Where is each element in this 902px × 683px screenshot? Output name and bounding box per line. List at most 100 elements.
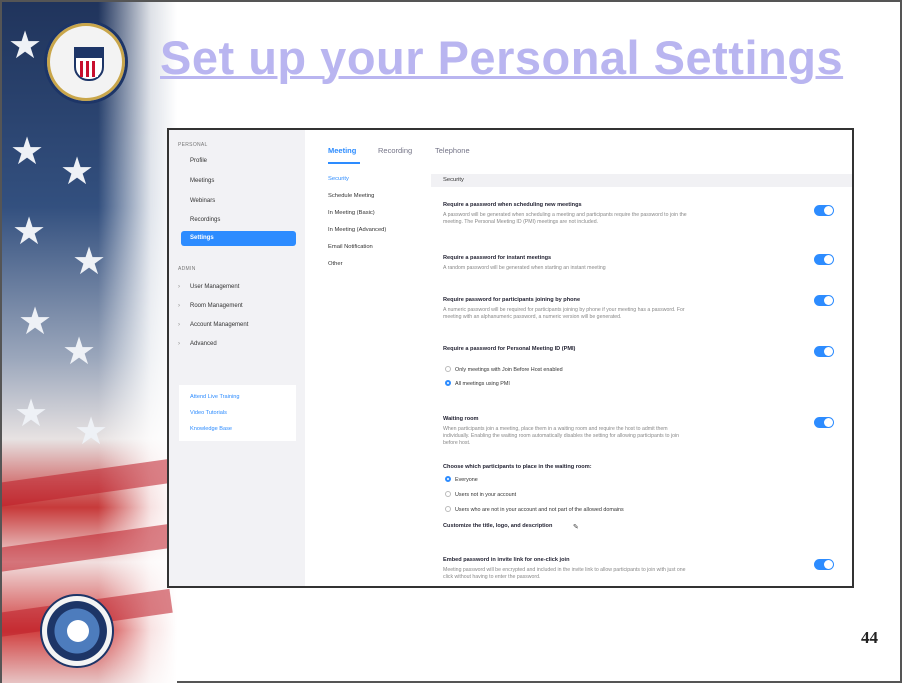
setting-title: Embed password in invite link for one-cl… xyxy=(443,557,570,563)
coast-guard-auxiliary-seal xyxy=(44,20,128,104)
setting-description-line: meeting with an alphanumeric password, a… xyxy=(443,314,622,320)
customize-waiting-room-label: Customize the title, logo, and descripti… xyxy=(443,523,553,529)
flag-background: ★ ★ ★ ★ ★ ★ ★ ★ ★ xyxy=(2,2,177,683)
homeland-security-seal xyxy=(40,594,114,668)
eagle-icon xyxy=(67,620,89,642)
help-links: Attend Live Training Video Tutorials Kno… xyxy=(179,385,296,441)
link-attend-live-training[interactable]: Attend Live Training xyxy=(190,394,239,400)
active-tab-indicator xyxy=(328,162,360,164)
radio-unchecked-icon xyxy=(445,506,451,512)
radio-checked-icon xyxy=(445,476,451,482)
chevron-right-icon: › xyxy=(178,341,180,347)
radio-waiting-not-allowed-domains[interactable]: Users who are not in your account and no… xyxy=(445,506,624,513)
tab-recording[interactable]: Recording xyxy=(378,146,412,155)
setting-description-line: meeting. The Personal Meeting ID (PMI) m… xyxy=(443,219,599,225)
radio-unchecked-icon xyxy=(445,366,451,372)
sidebar-item-webinars[interactable]: Webinars xyxy=(190,198,215,204)
radio-label: Everyone xyxy=(455,477,478,483)
star-icon: ★ xyxy=(60,149,95,193)
sidebar-heading-admin: ADMIN xyxy=(178,266,196,272)
setting-description-line: Meeting password will be encrypted and i… xyxy=(443,567,686,573)
slide: ★ ★ ★ ★ ★ ★ ★ ★ ★ Set up your Personal S… xyxy=(0,0,902,683)
sidebar-item-room-management[interactable]: Room Management xyxy=(190,303,243,309)
slide-title: Set up your Personal Settings xyxy=(160,31,844,84)
sidebar-item-account-management[interactable]: Account Management xyxy=(190,322,248,328)
setting-title: Require password for participants joinin… xyxy=(443,297,581,303)
radio-label: Users not in your account xyxy=(455,492,517,498)
setting-password-phone: Require password for participants joinin… xyxy=(443,297,773,321)
setting-password-pmi: Require a password for Personal Meeting … xyxy=(443,346,773,353)
subnav-security[interactable]: Security xyxy=(328,176,349,182)
flag-stripe xyxy=(2,458,173,510)
subnav-other[interactable]: Other xyxy=(328,261,343,267)
chevron-right-icon: › xyxy=(178,284,180,290)
radio-checked-icon xyxy=(445,380,451,386)
toggle-password-pmi[interactable] xyxy=(814,346,834,357)
subnav-schedule-meeting[interactable]: Schedule Meeting xyxy=(328,193,374,199)
sidebar-item-settings[interactable]: Settings xyxy=(181,231,296,246)
setting-title: Waiting room xyxy=(443,416,479,422)
setting-title: Require a password for Personal Meeting … xyxy=(443,346,576,352)
link-knowledge-base[interactable]: Knowledge Base xyxy=(190,426,232,432)
toggle-password-phone[interactable] xyxy=(814,295,834,306)
setting-password-scheduling: Require a password when scheduling new m… xyxy=(443,202,773,226)
setting-description-line: When participants join a meeting, place … xyxy=(443,426,668,432)
sidebar-item-user-management[interactable]: User Management xyxy=(190,284,239,290)
tab-meeting[interactable]: Meeting xyxy=(328,146,356,155)
toggle-waiting-room[interactable] xyxy=(814,417,834,428)
radio-unchecked-icon xyxy=(445,491,451,497)
toggle-embed-password[interactable] xyxy=(814,559,834,570)
setting-description-line: individually. Enabling the waiting room … xyxy=(443,433,680,439)
sidebar-item-profile[interactable]: Profile xyxy=(190,158,207,164)
star-icon: ★ xyxy=(10,129,45,173)
setting-description: A password will be generated when schedu… xyxy=(443,212,773,226)
sidebar-item-advanced[interactable]: Advanced xyxy=(190,341,217,347)
toggle-password-scheduling[interactable] xyxy=(814,205,834,216)
subnav-email-notification[interactable]: Email Notification xyxy=(328,244,373,250)
radio-pmi-all-meetings[interactable]: All meetings using PMI xyxy=(445,380,510,387)
setting-description-line: before host. xyxy=(443,440,471,446)
radio-label: Only meetings with Join Before Host enab… xyxy=(455,367,563,373)
sidebar: PERSONAL Profile Meetings Webinars Recor… xyxy=(169,130,305,586)
radio-label: All meetings using PMI xyxy=(455,381,510,387)
star-icon: ★ xyxy=(74,409,109,453)
sidebar-item-recordings[interactable]: Recordings xyxy=(190,217,220,223)
star-icon: ★ xyxy=(14,391,49,435)
section-title: Security xyxy=(443,177,464,183)
setting-description: Meeting password will be encrypted and i… xyxy=(443,567,773,581)
star-icon: ★ xyxy=(18,299,53,343)
chevron-right-icon: › xyxy=(178,322,180,328)
setting-description-line: A numeric password will be required for … xyxy=(443,307,685,313)
radio-waiting-users-not-in-account[interactable]: Users not in your account xyxy=(445,491,516,498)
setting-description: A numeric password will be required for … xyxy=(443,307,773,321)
radio-waiting-everyone[interactable]: Everyone xyxy=(445,476,478,483)
page-number: 44 xyxy=(861,628,878,647)
subnav-in-meeting-advanced[interactable]: In Meeting (Advanced) xyxy=(328,227,386,233)
setting-embed-password: Embed password in invite link for one-cl… xyxy=(443,557,773,581)
flag-stripe xyxy=(2,523,173,575)
radio-label: Users who are not in your account and no… xyxy=(455,507,624,513)
waiting-room-choose-label: Choose which participants to place in th… xyxy=(443,464,592,470)
setting-description-line: click without having to enter the passwo… xyxy=(443,574,541,580)
star-icon: ★ xyxy=(8,23,43,67)
shield-icon xyxy=(74,47,104,81)
setting-title: Require a password when scheduling new m… xyxy=(443,202,582,208)
setting-description: When participants join a meeting, place … xyxy=(443,426,773,447)
toggle-password-instant[interactable] xyxy=(814,254,834,265)
settings-screenshot: PERSONAL Profile Meetings Webinars Recor… xyxy=(167,128,854,588)
setting-description: A random password will be generated when… xyxy=(443,265,606,271)
setting-description-line: A password will be generated when schedu… xyxy=(443,212,687,218)
subnav-in-meeting-basic[interactable]: In Meeting (Basic) xyxy=(328,210,375,216)
sidebar-item-meetings[interactable]: Meetings xyxy=(190,178,214,184)
radio-pmi-join-before-host[interactable]: Only meetings with Join Before Host enab… xyxy=(445,366,563,373)
link-video-tutorials[interactable]: Video Tutorials xyxy=(190,410,227,416)
star-icon: ★ xyxy=(62,329,97,373)
star-icon: ★ xyxy=(12,209,47,253)
sidebar-item-label: Settings xyxy=(190,235,214,241)
star-icon: ★ xyxy=(72,239,107,283)
setting-title: Require a password for instant meetings xyxy=(443,255,552,261)
tab-telephone[interactable]: Telephone xyxy=(435,146,470,155)
section-header: Security xyxy=(431,174,852,187)
pencil-edit-icon[interactable]: ✎ xyxy=(573,523,579,531)
setting-password-instant: Require a password for instant meetings … xyxy=(443,255,773,272)
